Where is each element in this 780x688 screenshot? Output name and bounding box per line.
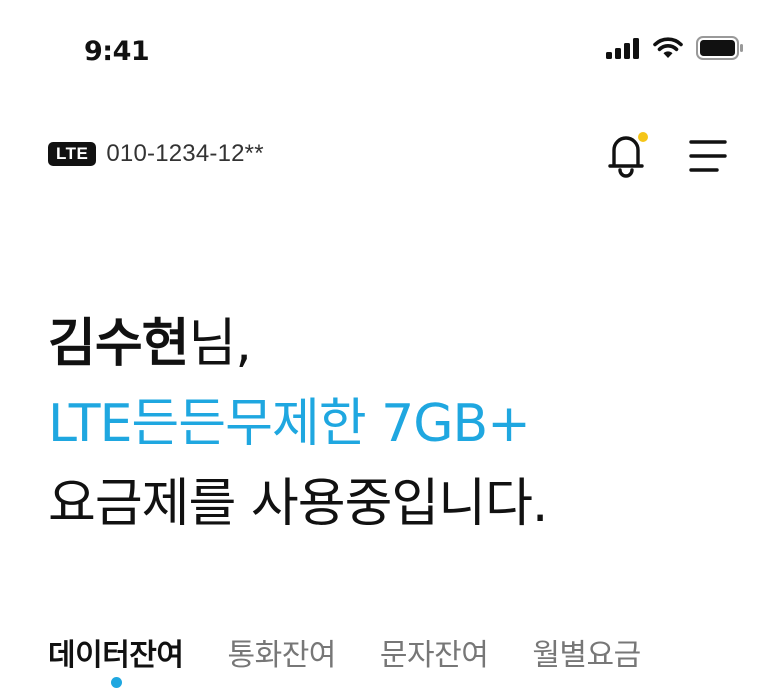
usage-tabs: 데이터잔여 통화잔여 문자잔여 월별요금 [48,630,641,674]
line-info: LTE 010-1234-12** [48,140,264,168]
battery-icon [696,36,743,60]
status-time: 9:41 [84,36,150,67]
bell-icon [608,132,648,178]
plan-name: LTE든든무제한 7GB+ [48,394,531,454]
wifi-icon [653,37,683,58]
signal-icon [606,38,639,59]
notification-dot [638,132,648,142]
tab-sms-remaining[interactable]: 문자잔여 [380,630,489,674]
name-suffix: 님, [188,314,252,374]
notification-button[interactable] [600,128,652,180]
greeting-sentence: 요금제를 사용중입니다. [48,474,548,534]
status-icons [606,36,744,60]
greeting-line-1: 김수현님, [48,318,252,370]
phone-number: 010-1234-12** [106,140,264,167]
network-badge: LTE [48,142,97,166]
tab-data-remaining[interactable]: 데이터잔여 [48,630,184,674]
tab-monthly-bill[interactable]: 월별요금 [532,630,641,674]
active-tab-indicator [111,677,122,688]
menu-button[interactable] [684,132,732,180]
menu-icon [689,140,727,172]
tab-call-remaining[interactable]: 통화잔여 [228,630,337,674]
user-name: 김수현 [48,314,190,374]
